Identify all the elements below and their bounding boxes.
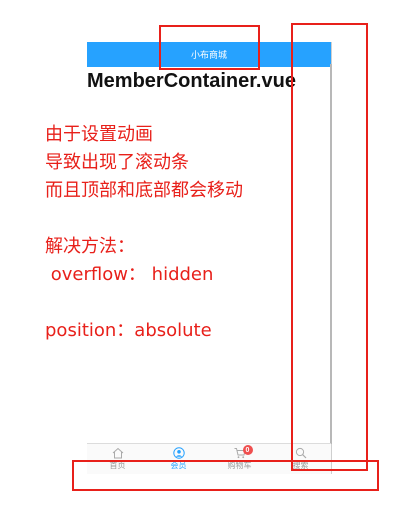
highlight-scrollbar-box: [291, 23, 368, 471]
annotation-note: 解决方法：: [45, 236, 135, 257]
annotation-note: 导致出现了滚动条: [45, 152, 189, 173]
highlight-tabbar-box: [72, 460, 379, 491]
member-icon: [172, 447, 185, 459]
cart-count-badge: 0: [242, 445, 253, 455]
annotation-note: 而且顶部和底部都会移动: [45, 180, 243, 201]
annotation-note: 由于设置动画: [45, 124, 153, 145]
file-title: MemberContainer.vue: [87, 70, 296, 92]
home-icon: [112, 447, 123, 459]
highlight-header-box: [159, 25, 260, 70]
annotation-note: position：absolute: [45, 320, 212, 341]
annotation-note: overflow： hidden: [45, 264, 214, 285]
